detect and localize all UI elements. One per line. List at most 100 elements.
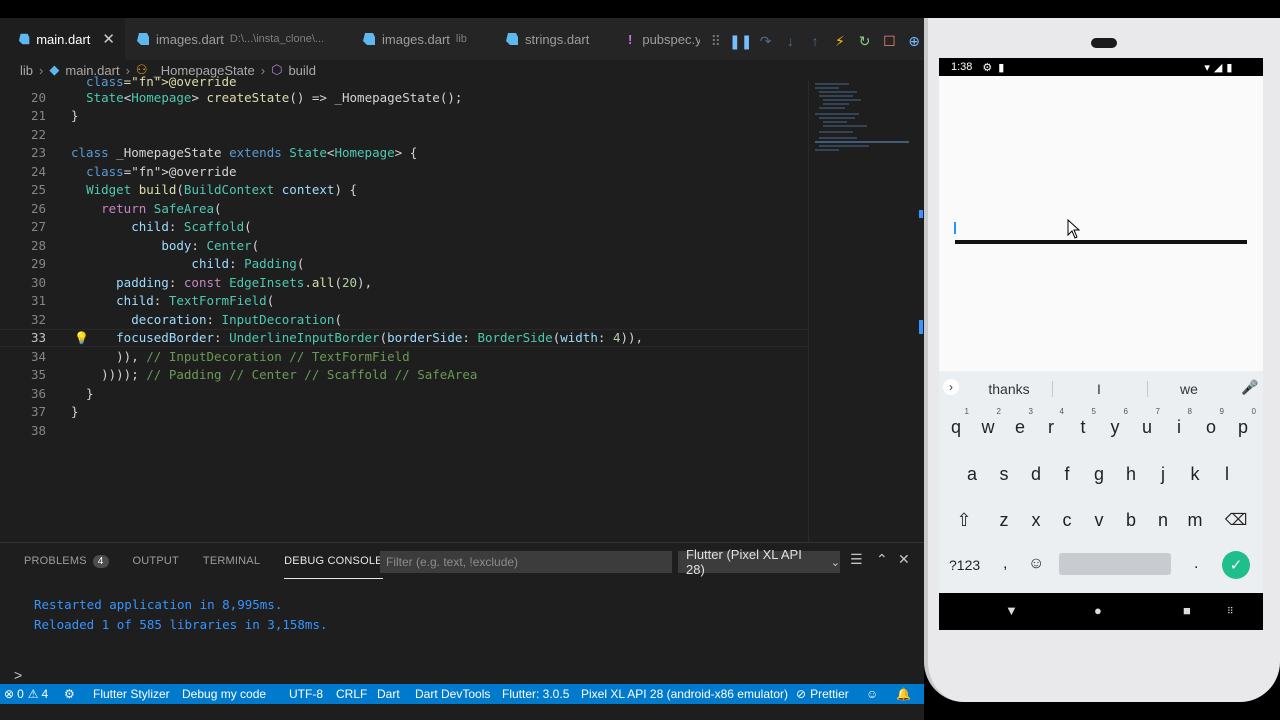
key-v[interactable]: v — [1084, 510, 1114, 531]
chevron-right-icon[interactable]: › — [943, 379, 959, 395]
key-n[interactable]: n — [1148, 510, 1178, 531]
enter-check-icon[interactable]: ✓ — [1222, 551, 1250, 579]
key-z[interactable]: z — [989, 510, 1019, 531]
key-hint: 6 — [1123, 407, 1128, 416]
restart-icon[interactable]: ↻ — [855, 31, 875, 51]
suggestion[interactable]: thanks — [979, 381, 1039, 397]
step-over-icon[interactable]: ↷ — [756, 31, 776, 51]
console-prompt[interactable]: > — [14, 667, 22, 683]
code-text: return SafeArea( — [101, 200, 222, 216]
text-form-field[interactable] — [955, 240, 1247, 244]
device-select[interactable]: Flutter (Pixel XL API 28) ⌄ — [678, 547, 840, 577]
phone-screen[interactable]: 1:38 ⚙ ▮ ▾ ◢ ▮ › thanks I we 🎤 q 1 w 2 e… — [939, 58, 1263, 630]
key-m[interactable]: m — [1180, 510, 1210, 531]
tab-strings-dart[interactable]: strings.dart — [487, 18, 607, 60]
key-c[interactable]: c — [1052, 510, 1082, 531]
settings-icon: ⚙ — [982, 61, 993, 74]
close-panel-icon[interactable]: ✕ — [898, 551, 910, 568]
suggestion[interactable]: I — [1069, 381, 1129, 397]
key-q[interactable]: q1 — [941, 407, 971, 438]
key-h[interactable]: h — [1116, 464, 1146, 485]
key-e[interactable]: e3 — [1005, 407, 1035, 438]
code-text: focusedBorder: UnderlineInputBorder(bord… — [116, 330, 644, 346]
key-symbols[interactable]: ?123 — [949, 557, 980, 573]
tab-pubspec[interactable]: ! pubspec.y — [610, 18, 702, 60]
tab-main-dart[interactable]: main.dart ✕ — [0, 18, 125, 60]
code-line: 20 State<Homepage> createState() => _Hom… — [0, 88, 808, 107]
key-comma[interactable]: , — [1003, 555, 1007, 573]
status-debug-my-code[interactable]: Debug my code — [182, 684, 266, 704]
drag-handle-icon[interactable]: ⠿ — [706, 31, 726, 51]
tab-images-dart-2[interactable]: images.dart lib — [344, 18, 482, 60]
code-line: 24 class="fn">@override — [0, 162, 808, 181]
flutter-icon[interactable]: ⚙ — [64, 684, 75, 704]
key-w[interactable]: w2 — [973, 407, 1003, 438]
back-icon[interactable]: ▼ — [1005, 603, 1018, 618]
line-number: 20 — [30, 89, 46, 105]
key-a[interactable]: a — [957, 464, 987, 485]
close-icon[interactable]: ✕ — [102, 30, 115, 48]
tab-debug-console[interactable]: DEBUG CONSOLE — [284, 543, 383, 579]
bell-icon[interactable]: 🔔 — [896, 684, 911, 704]
problems-status[interactable]: ⊗ 0 ⚠ 4 — [4, 684, 48, 704]
code-line-current: 33 💡 focusedBorder: UnderlineInputBorder(… — [0, 328, 808, 347]
step-into-icon[interactable]: ↓ — [781, 31, 801, 51]
prettier-status[interactable]: ⊘ Prettier — [796, 684, 849, 704]
key-period[interactable]: . — [1194, 555, 1198, 573]
key-t[interactable]: t5 — [1068, 407, 1098, 438]
status-flutter-stylizer[interactable]: Flutter Stylizer — [93, 684, 170, 704]
status-devtools[interactable]: Dart DevTools — [415, 684, 490, 704]
key-f[interactable]: f — [1052, 464, 1082, 485]
minimap[interactable] — [808, 80, 924, 542]
tab-images-dart-1[interactable]: images.dart D:\...\insta_clone\... — [118, 18, 340, 60]
key-j[interactable]: j — [1148, 464, 1178, 485]
step-out-icon[interactable]: ↑ — [805, 31, 825, 51]
key-k[interactable]: k — [1180, 464, 1210, 485]
key-g[interactable]: g — [1084, 464, 1114, 485]
code-editor[interactable]: class="fn">@override 20 State<Homepage> … — [0, 74, 808, 542]
tab-output[interactable]: OUTPUT — [133, 543, 179, 579]
key-l[interactable]: l — [1212, 464, 1242, 485]
status-language[interactable]: Dart — [377, 684, 400, 704]
status-device[interactable]: Pixel XL API 28 (android-x86 emulator) — [581, 684, 788, 704]
key-p[interactable]: p0 — [1228, 407, 1258, 438]
code-line: 28 body: Center( — [0, 236, 808, 255]
key-o[interactable]: o9 — [1196, 407, 1226, 438]
tab-label: images.dart — [382, 31, 450, 47]
inspect-icon[interactable]: ⊕ — [904, 31, 924, 51]
keyboard-switch-icon[interactable]: ⠿ — [1227, 606, 1234, 617]
emoji-icon[interactable]: ☺ — [1028, 555, 1044, 573]
pause-icon[interactable]: ❚❚ — [729, 31, 752, 51]
line-number: 34 — [30, 348, 46, 364]
key-r[interactable]: r4 — [1036, 407, 1066, 438]
minimap-preview — [815, 83, 923, 334]
chevron-up-icon[interactable]: ⌃ — [876, 551, 888, 568]
key-b[interactable]: b — [1116, 510, 1146, 531]
home-icon[interactable]: ● — [1094, 603, 1102, 618]
shift-icon[interactable]: ⇧ — [949, 510, 979, 531]
key-y[interactable]: y6 — [1100, 407, 1130, 438]
key-char: e — [1014, 417, 1025, 437]
code-text: padding: const EdgeInsets.all(20), — [116, 274, 373, 290]
stop-icon[interactable]: ☐ — [880, 31, 900, 51]
hot-reload-icon[interactable]: ⚡ — [830, 31, 850, 51]
sd-card-icon: ▮ — [998, 61, 1005, 74]
spacebar[interactable] — [1059, 553, 1171, 575]
clear-console-icon[interactable]: ☰ — [850, 551, 863, 568]
microphone-icon[interactable]: 🎤 — [1241, 379, 1258, 396]
recents-icon[interactable]: ■ — [1183, 603, 1191, 618]
key-s[interactable]: s — [989, 464, 1019, 485]
key-d[interactable]: d — [1021, 464, 1051, 485]
suggestion[interactable]: we — [1159, 381, 1219, 397]
key-x[interactable]: x — [1021, 510, 1051, 531]
feedback-icon[interactable]: ☺ — [866, 684, 878, 704]
status-encoding[interactable]: UTF-8 — [289, 684, 323, 704]
status-line-endings[interactable]: CRLF — [336, 684, 367, 704]
key-i[interactable]: i8 — [1164, 407, 1194, 438]
backspace-icon[interactable]: ⌫ — [1221, 510, 1251, 530]
status-flutter-version[interactable]: Flutter: 3.0.5 — [502, 684, 569, 704]
tab-problems[interactable]: PROBLEMS 4 — [24, 543, 109, 579]
filter-input[interactable]: Filter (e.g. text, !exclude) — [380, 551, 672, 573]
tab-terminal[interactable]: TERMINAL — [203, 543, 260, 579]
key-u[interactable]: u7 — [1132, 407, 1162, 438]
